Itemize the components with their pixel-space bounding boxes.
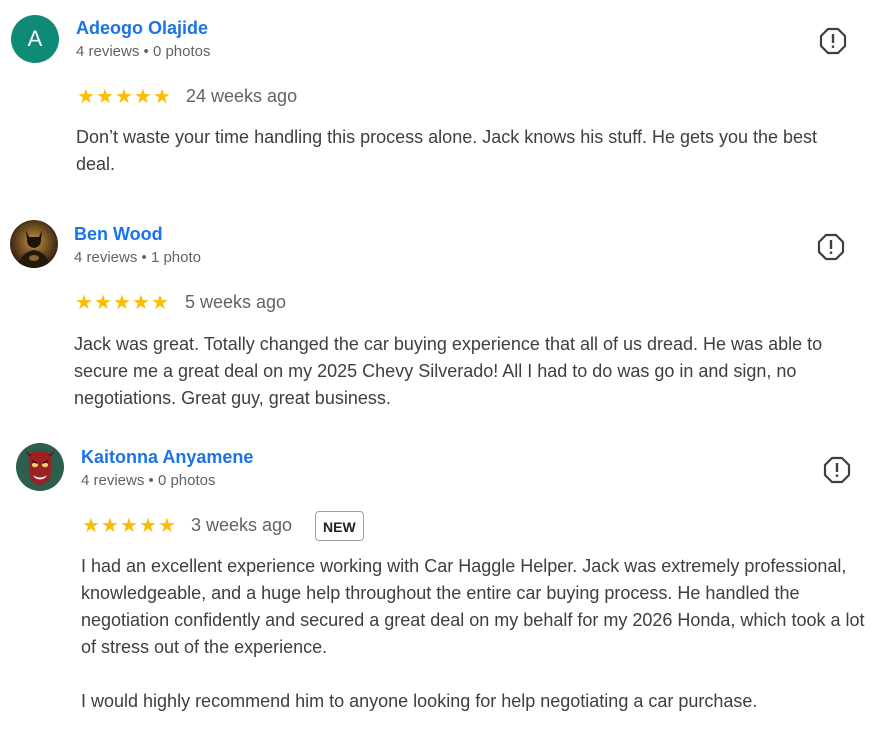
avatar[interactable]	[16, 443, 64, 491]
star-icon: ★	[77, 84, 95, 108]
review-paragraph: I would highly recommend him to anyone l…	[81, 691, 758, 711]
star-icon: ★	[139, 513, 157, 537]
avatar[interactable]	[10, 220, 58, 268]
star-icon: ★	[113, 290, 131, 314]
star-rating: ★ ★ ★ ★ ★	[82, 515, 176, 535]
star-rating: ★ ★ ★ ★ ★	[77, 86, 171, 106]
star-icon: ★	[94, 290, 112, 314]
reviewer-meta: 4 reviews • 1 photo	[74, 249, 201, 266]
report-flag-icon[interactable]	[818, 26, 848, 56]
star-icon: ★	[158, 513, 176, 537]
report-flag-icon[interactable]	[816, 232, 846, 262]
reviewer-name[interactable]: Ben Wood	[74, 224, 163, 245]
star-icon: ★	[115, 84, 133, 108]
review-text: I had an excellent experience working wi…	[81, 553, 876, 715]
review-text: Jack was great. Totally changed the car …	[74, 331, 868, 412]
star-icon: ★	[132, 290, 150, 314]
review-paragraph: Don’t waste your time handling this proc…	[76, 127, 818, 174]
star-icon: ★	[134, 84, 152, 108]
review-text: Don’t waste your time handling this proc…	[76, 124, 856, 178]
star-icon: ★	[151, 290, 169, 314]
star-icon: ★	[101, 513, 119, 537]
star-icon: ★	[96, 84, 114, 108]
avatar[interactable]: A	[11, 15, 59, 63]
reviewer-name[interactable]: Kaitonna Anyamene	[81, 447, 253, 468]
new-badge: NEW	[315, 511, 364, 541]
review-paragraph: I had an excellent experience working wi…	[81, 556, 865, 657]
review-date: 5 weeks ago	[185, 292, 287, 312]
reviewer-meta: 4 reviews • 0 photos	[76, 43, 211, 60]
reviewer-meta: 4 reviews • 0 photos	[81, 472, 216, 489]
review-paragraph: Jack was great. Totally changed the car …	[74, 334, 823, 408]
review-date: 3 weeks ago	[191, 515, 293, 535]
report-flag-icon[interactable]	[822, 455, 852, 485]
star-rating: ★ ★ ★ ★ ★	[75, 292, 169, 312]
star-icon: ★	[120, 513, 138, 537]
star-icon: ★	[153, 84, 171, 108]
star-icon: ★	[82, 513, 100, 537]
star-icon: ★	[75, 290, 93, 314]
review-date: 24 weeks ago	[186, 86, 298, 106]
reviewer-name[interactable]: Adeogo Olajide	[76, 18, 208, 39]
